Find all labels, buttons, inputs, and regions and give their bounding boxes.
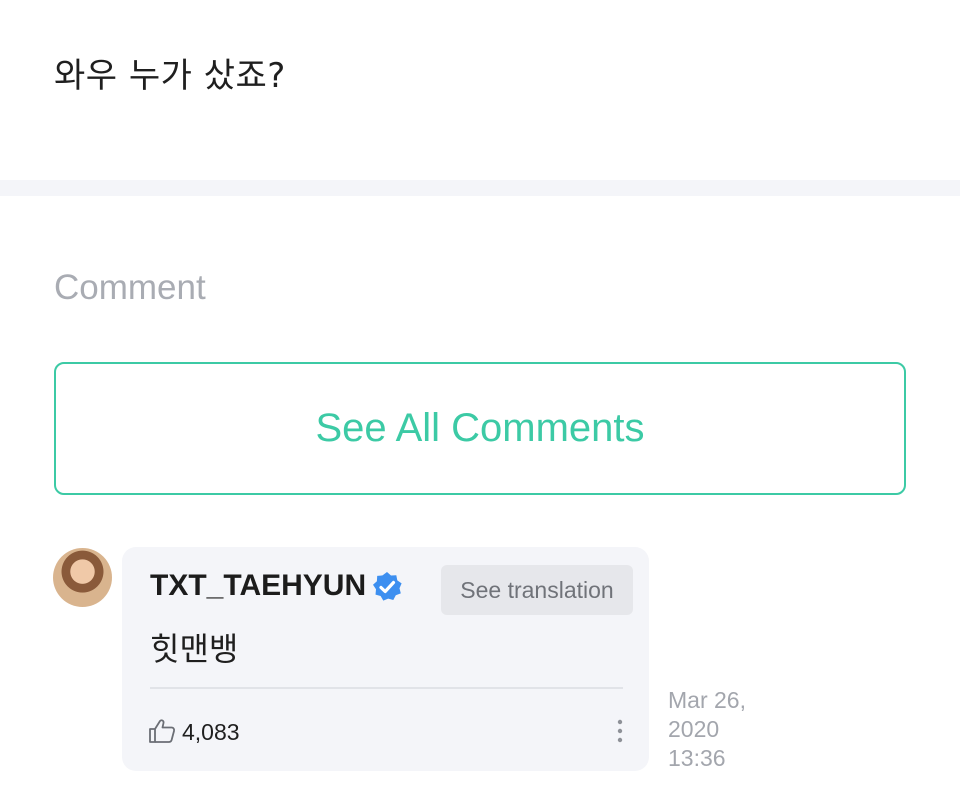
timestamp-time: 13:36	[668, 745, 726, 771]
avatar[interactable]	[53, 548, 112, 607]
thumbs-up-icon[interactable]	[148, 718, 176, 744]
comment-divider	[150, 687, 623, 689]
like-count: 4,083	[182, 719, 240, 745]
verified-badge-icon	[373, 572, 402, 601]
comment-author[interactable]: TXT_TAEHYUN	[150, 569, 366, 603]
more-vertical-icon[interactable]	[613, 718, 627, 744]
timestamp-year: 2020	[668, 716, 720, 742]
see-translation-button[interactable]: See translation	[441, 565, 633, 615]
comment-timestamp: Mar 26, 2020 13:36	[668, 686, 778, 773]
comment-section-label: Comment	[54, 268, 206, 307]
comment-body: 힛맨뱅	[150, 630, 239, 668]
timestamp-date: Mar 26,	[668, 687, 746, 713]
section-divider	[0, 180, 960, 196]
see-all-comments-button[interactable]: See All Comments	[54, 362, 906, 495]
post-text: 와우 누가 샀죠?	[54, 56, 286, 96]
